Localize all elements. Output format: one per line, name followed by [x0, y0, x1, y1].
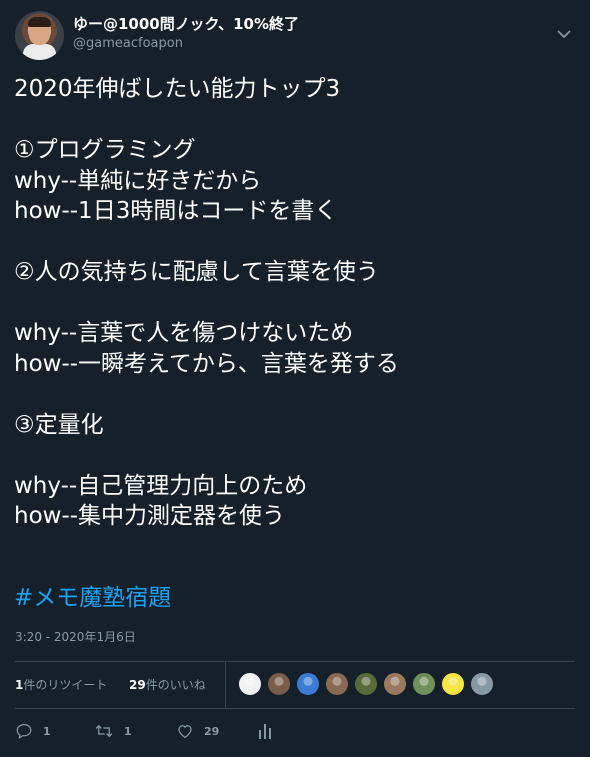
analytics-button[interactable]: [258, 722, 272, 740]
author-names: ゆー@1000問ノック、10%終了 @gameacfoapon: [73, 15, 299, 53]
like-stat[interactable]: 29件のいいね: [129, 677, 206, 693]
tweet-header: ゆー@1000問ノック、10%終了 @gameacfoapon: [15, 11, 575, 61]
liker-avatar[interactable]: [354, 672, 378, 696]
avatar[interactable]: [15, 11, 64, 60]
liker-avatar[interactable]: [441, 672, 465, 696]
retweet-icon: [95, 724, 113, 738]
chevron-down-icon[interactable]: [557, 29, 571, 39]
liker-avatar[interactable]: [296, 672, 320, 696]
tweet-card: ゆー@1000問ノック、10%終了 @gameacfoapon 2020年伸ばし…: [0, 0, 590, 757]
liker-avatar[interactable]: [383, 672, 407, 696]
retweet-button[interactable]: 1: [94, 722, 132, 740]
author-handle[interactable]: @gameacfoapon: [73, 35, 299, 53]
reply-count: 1: [43, 724, 51, 738]
avatar-hair: [28, 17, 51, 27]
retweet-stat-label: 件のリツイート: [23, 678, 108, 692]
divider: [15, 708, 575, 709]
hashtag-link[interactable]: #メモ魔塾宿題: [14, 583, 171, 613]
like-button[interactable]: 29: [176, 722, 219, 740]
avatar-shirt: [23, 44, 56, 60]
reply-button[interactable]: 1: [15, 722, 51, 740]
like-count: 29: [204, 724, 220, 738]
tweet-timestamp[interactable]: 3:20 - 2020年1月6日: [15, 629, 136, 645]
engagement-stats: 1件のリツイート 29件のいいね: [15, 662, 575, 708]
liker-avatar[interactable]: [238, 672, 262, 696]
tweet-actions: 1 1 29: [15, 716, 575, 744]
retweet-count: 1: [124, 724, 132, 738]
like-stat-count: 29: [129, 678, 146, 692]
liker-avatar[interactable]: [470, 672, 494, 696]
like-stat-label: 件のいいね: [145, 678, 206, 692]
stats-separator: [225, 662, 226, 708]
author-display-name[interactable]: ゆー@1000問ノック、10%終了: [73, 15, 299, 33]
liker-avatar[interactable]: [267, 672, 291, 696]
liker-avatar[interactable]: [412, 672, 436, 696]
analytics-icon: [259, 724, 271, 739]
tweet-body: 2020年伸ばしたい能力トップ3 ①プログラミング why--単純に好きだから …: [14, 76, 399, 529]
heart-icon: [178, 725, 192, 739]
retweet-stat[interactable]: 1件のリツイート: [15, 677, 107, 693]
liker-avatar[interactable]: [325, 672, 349, 696]
reply-icon: [16, 724, 32, 739]
